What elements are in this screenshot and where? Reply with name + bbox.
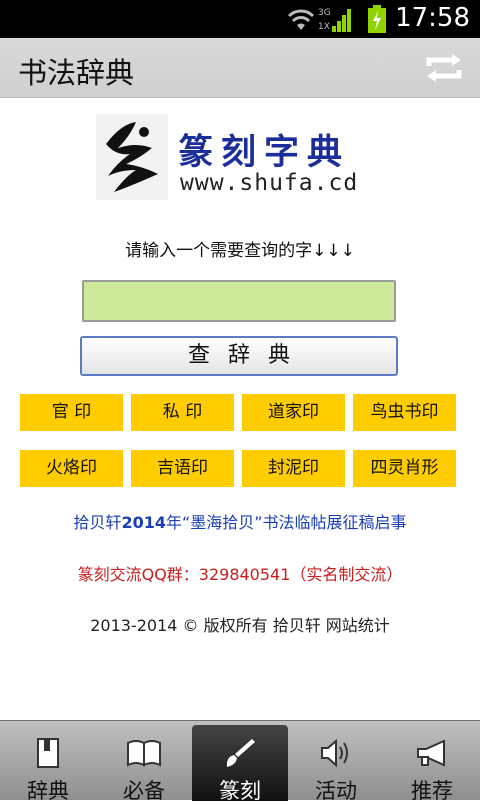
megaphone-icon (417, 739, 445, 767)
notice-link[interactable]: 拾贝轩2014年“墨海拾贝”书法临帖展征稿启事 (0, 509, 480, 533)
tab-cidian[interactable]: 辞典 (0, 725, 96, 803)
tab-label: 篆刻 (219, 779, 261, 803)
clock: 17:58 (395, 3, 470, 33)
search-prompt: 请输入一个需要查询的字↓↓↓ (125, 241, 355, 261)
net-sub-label: 1X (318, 22, 330, 32)
logo: 篆刻字典 www.shufa.cd (96, 114, 396, 204)
book-icon (37, 738, 59, 768)
tab-tuijian[interactable]: 推荐 (384, 725, 480, 803)
tab-label: 推荐 (411, 779, 453, 803)
signal-icon: 3G 1X (318, 8, 351, 32)
tab-label: 活动 (315, 779, 357, 803)
search-button[interactable]: 查辞典 (80, 336, 398, 376)
search-input[interactable] (82, 280, 396, 322)
tab-label: 必备 (123, 779, 165, 803)
category-fengniyin-button[interactable]: 封泥印 (242, 450, 345, 487)
category-daojiayin-button[interactable]: 道家印 (242, 394, 345, 431)
qq-group-text: 篆刻交流QQ群：329840541（实名制交流） (77, 565, 403, 584)
category-jiyuyin-button[interactable]: 吉语印 (131, 450, 234, 487)
tab-bibei[interactable]: 必备 (96, 725, 192, 803)
tab-huodong[interactable]: 活动 (288, 725, 384, 803)
notice-part3: 年“墨海拾贝”书法临帖展征稿启事 (165, 513, 407, 532)
category-huolaoyin-button[interactable]: 火烙印 (20, 450, 123, 487)
category-guanyin-button[interactable]: 官 印 (20, 394, 123, 431)
tab-label: 辞典 (27, 779, 69, 803)
speaker-icon (321, 738, 348, 768)
category-niaochongshuyin-button[interactable]: 鸟虫书印 (353, 394, 456, 431)
notice-part1: 拾贝轩 (73, 513, 122, 532)
category-siyin-button[interactable]: 私 印 (131, 394, 234, 431)
category-siling-xiaoxing-button[interactable]: 四灵肖形 (353, 450, 456, 487)
status-bar: 3G 1X 17:58 (0, 0, 480, 38)
notice-year: 2014 (121, 513, 166, 532)
logo-url: www.shufa.cd (180, 170, 359, 196)
bottom-tab-bar: 辞典 必备 篆刻 活动 推荐 (0, 720, 480, 803)
logo-title: 篆刻字典 (178, 132, 351, 173)
page-title: 书法辞典 (18, 56, 135, 90)
net-label: 3G (318, 8, 331, 18)
calligraphy-logo-icon (96, 114, 168, 200)
copyright-footer: 2013-2014 © 版权所有 拾贝轩 网站统计 (90, 616, 390, 635)
wifi-icon (287, 9, 315, 30)
refresh-icon (426, 54, 462, 82)
refresh-button[interactable] (422, 48, 466, 88)
battery-icon (368, 5, 386, 33)
open-book-icon (127, 740, 161, 767)
tab-zhuanke[interactable]: 篆刻 (192, 725, 288, 803)
brush-icon (226, 739, 255, 767)
title-bar: 书法辞典 (0, 38, 480, 98)
